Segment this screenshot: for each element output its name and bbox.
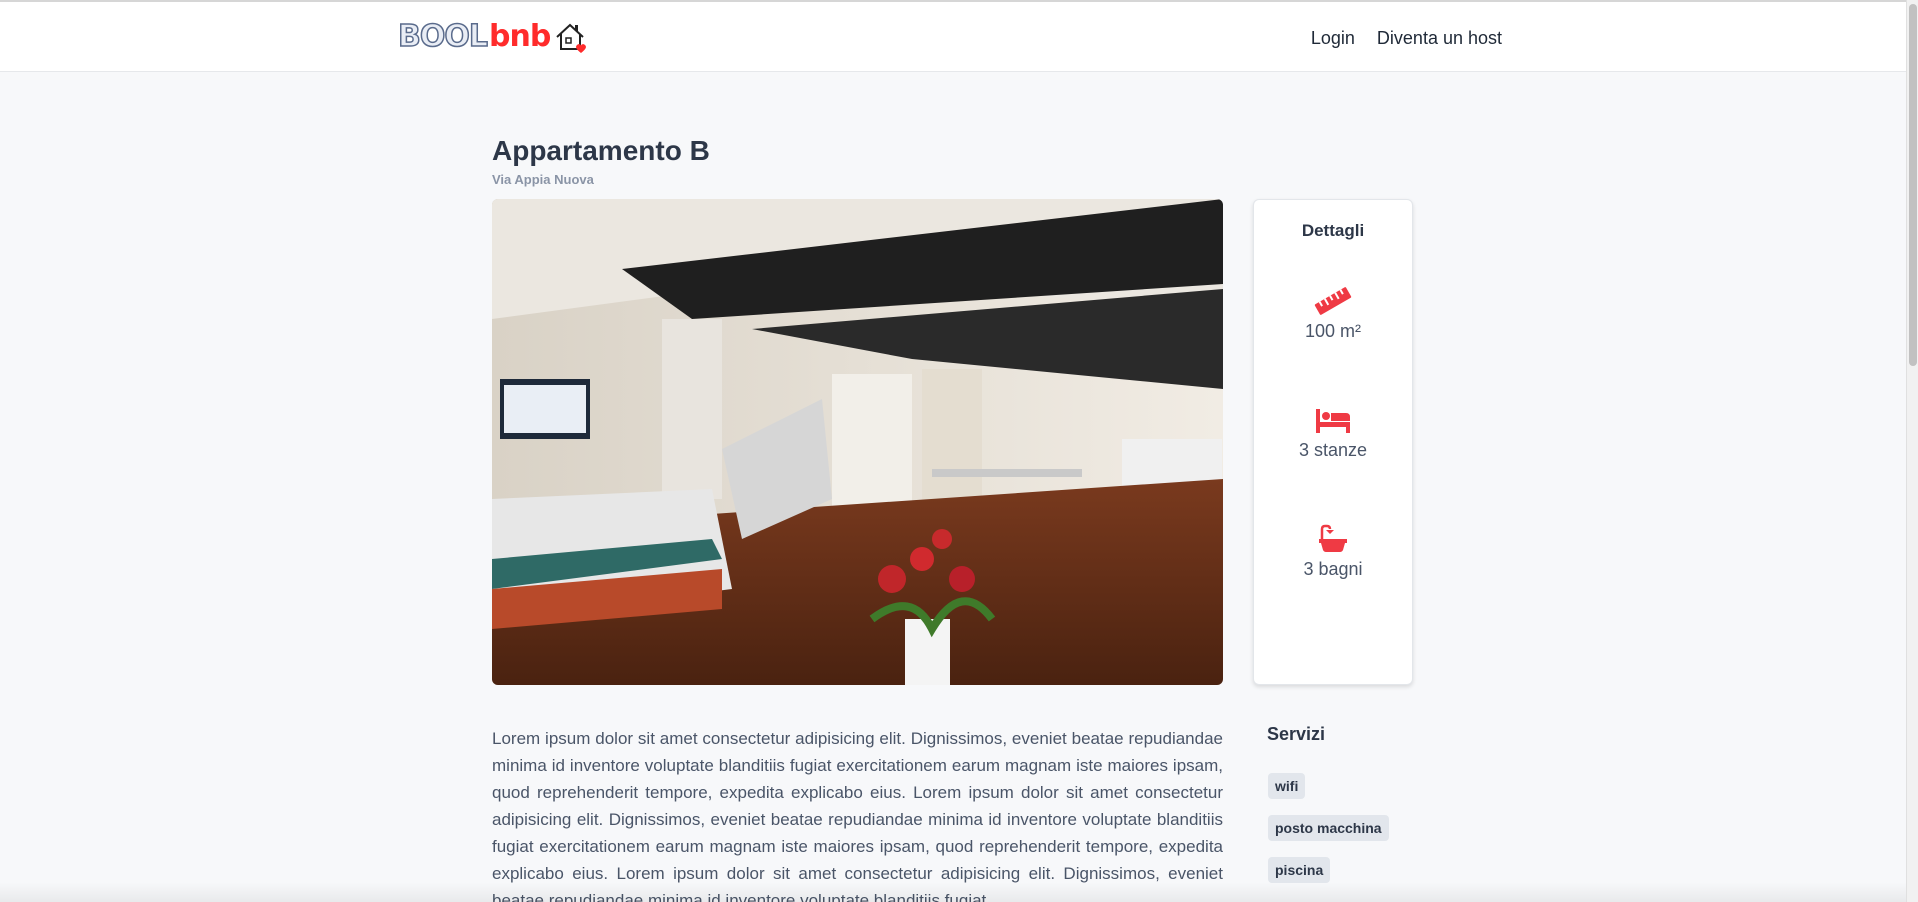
navbar: BOOL bnb Login Diventa un host: [0, 2, 1906, 72]
bed-icon: [1316, 409, 1350, 433]
listing-title: Appartamento B: [492, 135, 710, 166]
brand-logo[interactable]: BOOL bnb: [397, 19, 590, 55]
listing-photo: [492, 199, 1223, 685]
ruler-icon: [1314, 287, 1352, 315]
service-tag-wifi: wifi: [1268, 773, 1306, 799]
house-heart-icon: [556, 23, 587, 53]
details-heading: Dettagli: [1301, 221, 1365, 240]
login-link[interactable]: Login: [1311, 26, 1355, 50]
logo-text-bnb: bnb: [489, 19, 551, 54]
detail-size: 100 m²: [1254, 286, 1412, 342]
detail-rooms-value: 3 stanze: [1298, 440, 1368, 460]
detail-size-value: 100 m²: [1304, 321, 1362, 341]
listing-address: Via Appia Nuova: [492, 172, 594, 187]
detail-bathrooms-value: 3 bagni: [1303, 559, 1363, 579]
become-host-link[interactable]: Diventa un host: [1377, 26, 1502, 50]
detail-rooms: 3 stanze: [1254, 405, 1412, 461]
service-tag-pool: piscina: [1268, 857, 1331, 883]
detail-bathrooms: 3 bagni: [1254, 524, 1412, 580]
listing-description: Lorem ipsum dolor sit amet consectetur a…: [492, 729, 1223, 902]
service-tag-parking: posto macchina: [1268, 815, 1389, 841]
details-card: Dettagli 100 m² 3 stanze 3 bagni: [1253, 199, 1413, 685]
bathtub-icon: [1319, 524, 1347, 552]
page-scrollbar[interactable]: [1906, 0, 1918, 902]
bottom-shadow: [0, 882, 1906, 902]
logo-text-bool: BOOL: [397, 19, 489, 55]
services-list: wifi posto macchina piscina: [1268, 773, 1389, 899]
services-heading: Servizi: [1267, 724, 1326, 744]
nav-links: Login Diventa un host: [1311, 26, 1502, 50]
scrollbar-thumb[interactable]: [1909, 4, 1917, 366]
